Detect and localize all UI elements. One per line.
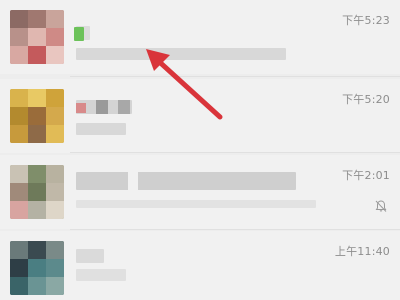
message-time: 下午5:20 xyxy=(342,93,390,106)
chat-row[interactable]: 下午2:01 xyxy=(0,155,400,229)
chat-list: 下午5:23 下午5:20 下午2:01 上午11:40 xyxy=(0,0,400,300)
avatar[interactable] xyxy=(10,241,64,295)
message-time: 下午5:23 xyxy=(342,14,390,27)
avatar[interactable] xyxy=(10,10,64,64)
last-message xyxy=(76,123,126,135)
message-time: 上午11:40 xyxy=(334,245,390,258)
unread-badge xyxy=(74,27,84,41)
divider xyxy=(70,76,400,77)
bell-muted-icon xyxy=(375,200,387,212)
message-time: 下午2:01 xyxy=(342,169,390,182)
divider xyxy=(70,229,400,230)
chat-row[interactable]: 下午5:20 xyxy=(0,79,400,153)
avatar[interactable] xyxy=(10,89,64,143)
chat-row[interactable]: 下午5:23 xyxy=(0,0,400,74)
chat-row[interactable]: 上午11:40 xyxy=(0,231,400,300)
last-message xyxy=(76,269,126,281)
contact-name xyxy=(76,249,104,263)
divider xyxy=(70,152,400,153)
avatar[interactable] xyxy=(10,165,64,219)
last-message xyxy=(76,200,316,208)
last-message xyxy=(76,48,286,60)
contact-name xyxy=(76,172,296,190)
